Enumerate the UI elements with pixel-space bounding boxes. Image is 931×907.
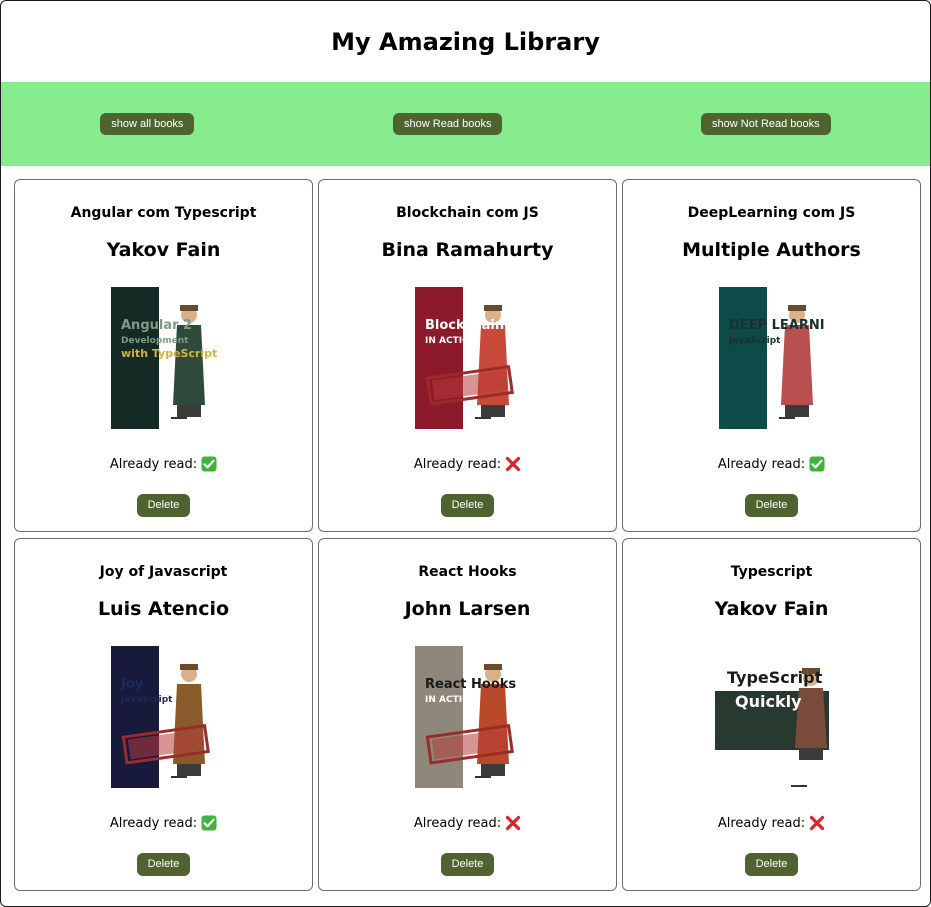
check-mark-icon xyxy=(201,815,217,831)
cover-subtitle-line: JavaScript xyxy=(120,695,173,705)
book-author: Yakov Fain xyxy=(106,239,221,261)
page-header: My Amazing Library xyxy=(1,1,930,82)
book-title: DeepLearning com JS xyxy=(687,205,856,221)
cross-mark-icon xyxy=(809,815,825,831)
book-author: Yakov Fain xyxy=(714,598,829,620)
book-cover-image: DEEP LEARNING JavaScript xyxy=(707,286,837,429)
book-title: React Hooks xyxy=(418,564,517,580)
cross-mark-icon xyxy=(505,815,521,831)
cover-art: DEEP LEARNING JavaScript xyxy=(718,286,825,429)
cover-art: React Hooks IN ACTION xyxy=(414,645,521,788)
already-read-label: Already read: xyxy=(413,815,502,831)
book-cover-image: React Hooks IN ACTION xyxy=(403,645,533,788)
book-title: Angular com Typescript xyxy=(70,205,257,221)
book-card: DeepLearning com JS Multiple Authors DEE… xyxy=(622,179,921,532)
book-author: Bina Ramahurty xyxy=(381,239,554,261)
cover-title-line: TypeScript xyxy=(727,668,823,687)
read-status: Already read: xyxy=(718,455,825,473)
already-read-label: Already read: xyxy=(717,456,806,472)
cover-title-line: Blockchain xyxy=(425,318,504,333)
already-read-label: Already read: xyxy=(109,456,198,472)
read-status: Already read: xyxy=(718,814,825,832)
book-card: Joy of Javascript Luis Atencio Joy JavaSc… xyxy=(14,538,313,891)
delete-button[interactable]: Delete xyxy=(136,853,191,876)
show-not-read-books-button[interactable]: show Not Read books xyxy=(701,112,831,136)
read-status: Already read: xyxy=(110,455,217,473)
book-author: Luis Atencio xyxy=(97,598,230,620)
cover-title-line: DEEP LEARNING xyxy=(729,318,825,333)
filter-bar: show all books show Read books show Not … xyxy=(1,82,930,166)
cover-art: Joy JavaScript xyxy=(110,645,217,788)
check-mark-icon xyxy=(809,456,825,472)
app-window: My Amazing Library show all books show R… xyxy=(0,0,931,907)
cover-subtitle-line: Quickly xyxy=(735,692,802,711)
delete-button[interactable]: Delete xyxy=(744,853,799,876)
book-cover-image: Joy JavaScript xyxy=(99,645,229,788)
read-status: Already read: xyxy=(110,814,217,832)
book-cover-image: Angular 2 Development with TypeScript xyxy=(99,286,229,429)
cover-art: TypeScript Quickly xyxy=(714,664,829,787)
read-status: Already read: xyxy=(414,455,521,473)
cover-title-line: Joy xyxy=(120,677,144,692)
book-cover-image: Blockchain IN ACTION xyxy=(403,286,533,429)
cross-mark-icon xyxy=(505,456,521,472)
cover-title-line: Angular 2 xyxy=(121,318,192,333)
book-card: Angular com Typescript Yakov Fain Angula… xyxy=(14,179,313,532)
delete-button[interactable]: Delete xyxy=(440,494,495,517)
show-all-books-button[interactable]: show all books xyxy=(100,112,195,136)
book-card: Typescript Yakov Fain TypeScript Quickly … xyxy=(622,538,921,891)
page-title: My Amazing Library xyxy=(331,27,600,56)
cover-art: Blockchain IN ACTION xyxy=(414,286,521,429)
book-grid: Angular com Typescript Yakov Fain Angula… xyxy=(1,166,930,891)
cover-subtitle-line: JavaScript xyxy=(728,336,781,346)
delete-button[interactable]: Delete xyxy=(440,853,495,876)
book-author: Multiple Authors xyxy=(682,239,861,261)
book-title: Blockchain com JS xyxy=(396,205,539,221)
read-status: Already read: xyxy=(414,814,521,832)
book-card: React Hooks John Larsen React Hooks IN AC… xyxy=(318,538,617,891)
cover-subtitle-line: IN ACTION xyxy=(425,336,477,346)
already-read-label: Already read: xyxy=(413,456,502,472)
cover-art: Angular 2 Developmentwith TypeScript xyxy=(110,286,217,429)
book-cover-image: TypeScript Quickly xyxy=(707,646,837,787)
show-read-books-button[interactable]: show Read books xyxy=(393,112,503,136)
book-author: John Larsen xyxy=(404,598,531,620)
check-mark-icon xyxy=(201,456,217,472)
book-title: Typescript xyxy=(730,564,813,580)
delete-button[interactable]: Delete xyxy=(136,494,191,517)
book-card: Blockchain com JS Bina Ramahurty Blockch… xyxy=(318,179,617,532)
cover-tagline: with TypeScript xyxy=(121,347,217,360)
delete-button[interactable]: Delete xyxy=(744,494,799,517)
cover-subtitle-line: IN ACTION xyxy=(425,695,477,705)
book-title: Joy of Javascript xyxy=(99,564,228,580)
cover-subtitle-line: Development xyxy=(121,336,189,346)
already-read-label: Already read: xyxy=(109,815,198,831)
cover-title-line: React Hooks xyxy=(425,677,516,692)
already-read-label: Already read: xyxy=(717,815,806,831)
